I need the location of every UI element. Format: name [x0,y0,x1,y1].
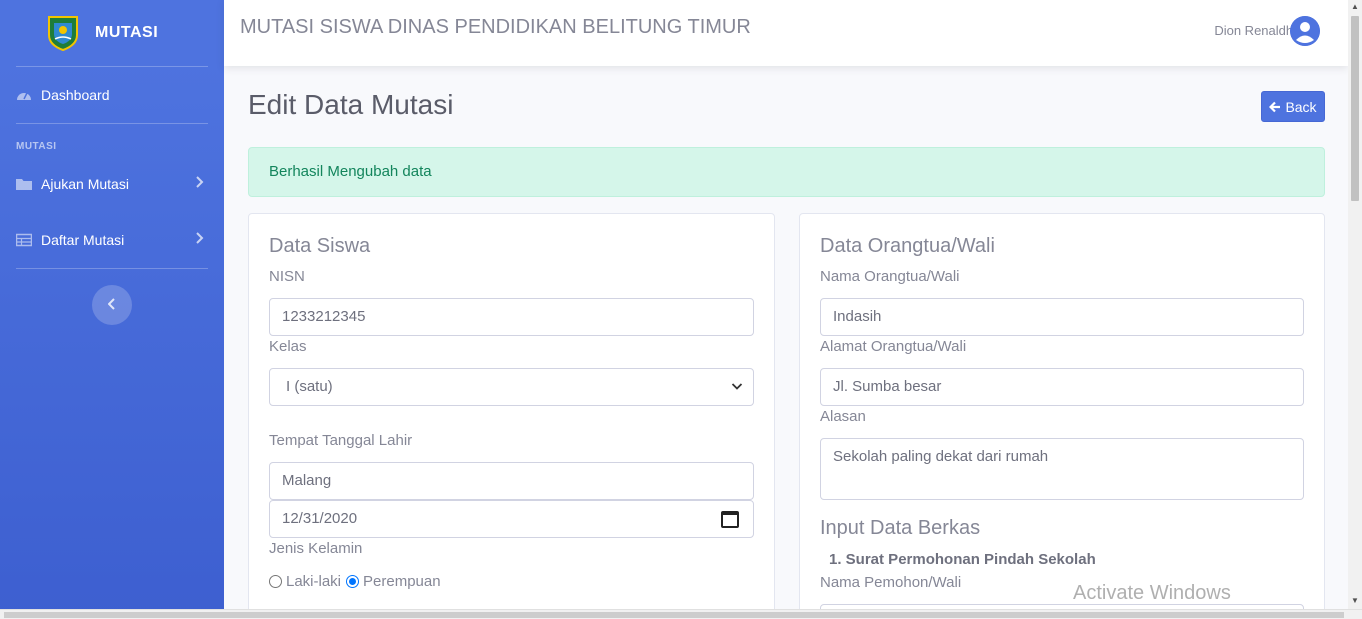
back-button[interactable]: Back [1261,91,1325,122]
jenis-kelamin-label: Jenis Kelamin [269,540,363,557]
sidebar-item-label: Ajukan Mutasi [41,176,129,192]
alasan-label: Alasan [820,408,866,425]
table-icon [15,233,33,247]
ttl-label: Tempat Tanggal Lahir [269,432,413,449]
nama-wali-input[interactable]: Indasih [820,298,1304,336]
sidebar-brand[interactable]: MUTASI [0,0,224,66]
nisn-label: NISN [269,268,305,285]
topbar: MUTASI SISWA DINAS PENDIDIKAN BELITUNG T… [224,0,1348,66]
tachometer-icon [16,88,32,102]
radio-laki-laki[interactable] [269,575,282,588]
brand-name: MUTASI [95,24,159,41]
sidebar-item-label: Dashboard [41,87,110,103]
vertical-scrollbar[interactable]: ▲ ▼ [1348,0,1362,609]
tanggal-lahir-input[interactable]: 12/31/2020 [269,500,754,538]
success-alert: Berhasil Mengubah data [248,147,1325,197]
sidebar-item-ajukan-mutasi[interactable]: Ajukan Mutasi [0,156,224,212]
data-wali-card: Data Orangtua/Wali Nama Orangtua/Wali In… [799,213,1325,619]
nama-pemohon-label: Nama Pemohon/Wali [820,574,962,591]
sidebar-toggle-button[interactable] [92,285,132,325]
arrow-left-icon [1269,101,1281,113]
tempat-lahir-input[interactable]: Malang [269,462,754,500]
user-avatar-icon[interactable] [1290,16,1320,46]
radio-perempuan-label[interactable]: Perempuan [363,573,441,590]
calendar-icon[interactable] [721,511,739,528]
card-title: Data Siswa [269,235,371,257]
berkas-section-title: Input Data Berkas [820,517,981,539]
page-title: Edit Data Mutasi [248,89,454,120]
tanggal-lahir-value: 12/31/2020 [282,510,358,527]
user-name[interactable]: Dion Renaldhi [1214,23,1296,38]
sidebar-item-dashboard[interactable]: Dashboard [0,67,224,123]
scroll-up-icon[interactable]: ▲ [1351,2,1359,11]
sidebar-item-daftar-mutasi[interactable]: Daftar Mutasi [0,212,224,268]
alasan-textarea[interactable]: Sekolah paling dekat dari rumah [820,438,1304,500]
alamat-wali-label: Alamat Orangtua/Wali [820,338,967,355]
logo-icon [46,15,80,52]
jenis-kelamin-radio-group: Laki-laki Perempuan [269,573,441,590]
data-siswa-card: Data Siswa NISN 1233212345 Kelas I (satu… [248,213,775,619]
radio-perempuan[interactable] [346,575,360,588]
alamat-wali-input[interactable]: Jl. Sumba besar [820,368,1304,406]
kelas-label: Kelas [269,338,307,355]
chevron-left-icon [107,297,116,313]
horizontal-scrollbar[interactable] [0,609,1362,619]
scrollbar-thumb[interactable] [1351,16,1359,201]
radio-laki-laki-label[interactable]: Laki-laki [286,573,341,590]
chevron-down-icon [731,379,743,396]
folder-icon [16,177,32,191]
chevron-right-icon [196,231,204,249]
app-title: MUTASI SISWA DINAS PENDIDIKAN BELITUNG T… [240,16,751,38]
sidebar-item-label: Daftar Mutasi [41,232,125,248]
kelas-selected-value: I (satu) [286,378,333,395]
berkas-item-title: 1. Surat Permohonan Pindah Sekolah [829,551,1096,568]
chevron-right-icon [196,175,204,193]
back-button-label: Back [1285,98,1317,115]
scrollbar-thumb[interactable] [4,612,1344,618]
windows-activation-watermark: Activate Windows [1073,582,1231,604]
sidebar-heading: MUTASI [16,141,57,152]
kelas-select[interactable]: I (satu) [269,368,754,406]
sidebar-divider [16,268,208,269]
scroll-down-icon[interactable]: ▼ [1351,596,1359,605]
nama-wali-label: Nama Orangtua/Wali [820,268,960,285]
nisn-input[interactable]: 1233212345 [269,298,754,336]
card-title: Data Orangtua/Wali [820,235,995,257]
sidebar: MUTASI Dashboard MUTASI Ajukan Mutasi Da… [0,0,224,619]
